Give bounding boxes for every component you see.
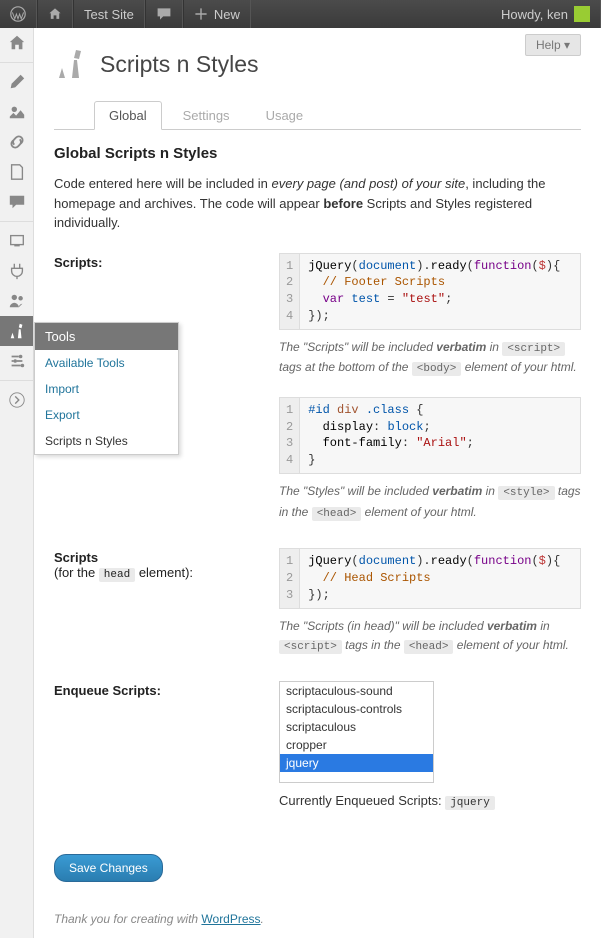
avatar <box>574 6 590 22</box>
tab-settings[interactable]: Settings <box>168 101 245 130</box>
page-heading: Scripts n Styles <box>54 46 581 82</box>
tab-usage[interactable]: Usage <box>251 101 319 130</box>
new-content[interactable]: New <box>183 0 251 28</box>
flyout-item[interactable]: Available Tools <box>35 350 178 376</box>
scripts-editor[interactable]: 1234 jQuery(document).ready(function($){… <box>279 253 581 330</box>
menu-users[interactable] <box>0 286 33 316</box>
menu-links[interactable] <box>0 127 33 157</box>
menu-tools[interactable] <box>0 316 33 346</box>
site-name[interactable]: Test Site <box>73 0 145 28</box>
menu-pages[interactable] <box>0 157 33 187</box>
content-area: Help ▾ Scripts n Styles Global Settings … <box>34 28 601 938</box>
menu-settings[interactable] <box>0 346 33 376</box>
label-enqueue: Enqueue Scripts: <box>54 681 279 809</box>
section-description: Code entered here will be included in ev… <box>54 174 581 233</box>
scripts-note: The "Scripts" will be included verbatim … <box>279 338 581 379</box>
tabs-nav: Global Settings Usage <box>54 100 581 130</box>
menu-posts[interactable] <box>0 67 33 97</box>
currently-enqueued: Currently Enqueued Scripts: jquery <box>279 793 581 809</box>
menu-comments[interactable] <box>0 187 33 217</box>
footer-credit: Thank you for creating with WordPress. <box>54 912 581 926</box>
label-scripts-head: Scripts (for the head element): <box>54 548 279 656</box>
tools-flyout: Tools Available Tools Import Export Scri… <box>34 322 179 455</box>
menu-appearance[interactable] <box>0 226 33 256</box>
wp-logo[interactable] <box>0 0 37 28</box>
help-button[interactable]: Help ▾ <box>525 34 581 56</box>
tool-icon <box>54 46 90 82</box>
scripts-head-note: The "Scripts (in head)" will be included… <box>279 617 581 657</box>
enqueue-listbox[interactable]: scriptaculous-sound scriptaculous-contro… <box>279 681 434 783</box>
flyout-item[interactable]: Export <box>35 402 178 428</box>
flyout-heading[interactable]: Tools <box>35 323 178 350</box>
page-title-text: Scripts n Styles <box>100 51 259 78</box>
comments-icon[interactable] <box>145 0 183 28</box>
list-item[interactable]: jquery <box>280 754 433 772</box>
menu-dashboard[interactable] <box>0 28 33 58</box>
list-item[interactable]: scriptaculous <box>280 718 433 736</box>
howdy-text: Howdy, ken <box>501 7 568 22</box>
scripts-head-editor[interactable]: 123 jQuery(document).ready(function($){ … <box>279 548 581 608</box>
flyout-item[interactable]: Scripts n Styles <box>35 428 178 454</box>
list-item[interactable]: scriptaculous-controls <box>280 700 433 718</box>
styles-editor[interactable]: 1234 #id div .class { display: block; fo… <box>279 397 581 474</box>
menu-plugins[interactable] <box>0 256 33 286</box>
menu-media[interactable] <box>0 97 33 127</box>
new-label: New <box>214 7 240 22</box>
tab-global[interactable]: Global <box>94 101 162 130</box>
flyout-item[interactable]: Import <box>35 376 178 402</box>
list-item[interactable]: cropper <box>280 736 433 754</box>
menu-collapse[interactable] <box>0 385 33 415</box>
admin-bar: Test Site New Howdy, ken <box>0 0 601 28</box>
admin-sidebar <box>0 28 34 938</box>
save-button[interactable]: Save Changes <box>54 854 163 882</box>
list-item[interactable]: scriptaculous-sound <box>280 682 433 700</box>
wordpress-link[interactable]: WordPress <box>201 912 260 926</box>
site-home-icon[interactable] <box>37 0 73 28</box>
styles-note: The "Styles" will be included verbatim i… <box>279 482 581 523</box>
section-heading: Global Scripts n Styles <box>54 145 581 162</box>
howdy-account[interactable]: Howdy, ken <box>491 0 601 28</box>
